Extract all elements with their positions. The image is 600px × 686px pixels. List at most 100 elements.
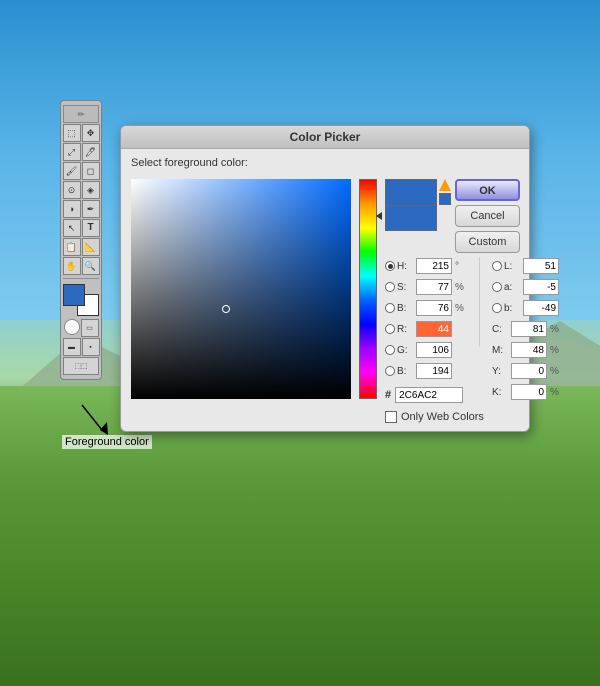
tool-move[interactable]: ✥ [82, 124, 100, 142]
radio-b[interactable]: B: [385, 303, 413, 314]
web-colors-checkbox[interactable] [385, 411, 397, 423]
unit-m: % [550, 345, 562, 356]
input-b2[interactable] [416, 363, 452, 379]
radio-b3[interactable]: b: [492, 303, 520, 314]
radio-a[interactable]: a: [492, 282, 520, 293]
hue-arrow [376, 212, 382, 220]
radio-h[interactable]: H: [385, 261, 413, 272]
field-row-y: Y: % [492, 362, 562, 380]
tool-extra-1[interactable]: ⬚⬚ [63, 357, 99, 375]
input-b[interactable] [416, 300, 452, 316]
label-l: L: [504, 261, 512, 272]
tool-row-6: ↖ T [63, 219, 100, 237]
label-c: C: [492, 324, 508, 335]
input-y[interactable] [511, 363, 547, 379]
radio-circle-a[interactable] [492, 282, 502, 292]
fields-section: H: ° S: % [385, 257, 562, 403]
cancel-button[interactable]: Cancel [455, 205, 520, 227]
tool-notes[interactable]: 📋 [63, 238, 81, 256]
tool-smudge[interactable]: ◈ [82, 181, 100, 199]
radio-g[interactable]: G: [385, 345, 413, 356]
input-k[interactable] [511, 384, 547, 400]
field-row-b: B: % [385, 299, 467, 317]
radio-circle-r[interactable] [385, 324, 395, 334]
input-l[interactable] [523, 258, 559, 274]
radio-b2[interactable]: B: [385, 366, 413, 377]
input-a[interactable] [523, 279, 559, 295]
field-row-s: S: % [385, 278, 467, 296]
foreground-color-box[interactable] [63, 284, 85, 306]
radio-circle-g[interactable] [385, 345, 395, 355]
radio-circle-l[interactable] [492, 261, 502, 271]
dialog-main-row: OK Cancel Custom H: [131, 179, 519, 423]
label-b3: b: [504, 303, 512, 314]
unit-b: % [455, 303, 467, 314]
radio-circle-s[interactable] [385, 282, 395, 292]
custom-button[interactable]: Custom [455, 231, 520, 253]
tool-row-3: 🖌 ◻ [63, 162, 100, 180]
hex-label: # [385, 389, 391, 401]
radio-r[interactable]: R: [385, 324, 413, 335]
tool-standard-mode[interactable]: ▭ [81, 319, 99, 337]
color-picker-dialog: Color Picker Select foreground color: [120, 125, 530, 432]
color-gradient-picker[interactable] [131, 179, 351, 399]
gamut-warning-icon[interactable] [439, 179, 451, 191]
tool-eyedropper[interactable]: 🖊 [82, 143, 100, 161]
radio-circle-h[interactable] [385, 261, 395, 271]
ok-button[interactable]: OK [455, 179, 520, 201]
color-swatch-current [385, 205, 437, 231]
tool-screen-mode-1[interactable]: ▬ [63, 338, 81, 356]
dialog-titlebar: Color Picker [121, 126, 529, 149]
web-colors-label[interactable]: Only Web Colors [401, 411, 484, 423]
radio-s[interactable]: S: [385, 282, 413, 293]
tool-pen[interactable]: ✒ [82, 200, 100, 218]
tool-eraser[interactable]: ◻ [82, 162, 100, 180]
tool-paintbrush[interactable]: 🖌 [63, 162, 81, 180]
label-s: S: [397, 282, 406, 293]
radio-circle-b3[interactable] [492, 303, 502, 313]
field-divider [479, 257, 480, 347]
tool-measure[interactable]: 📐 [82, 238, 100, 256]
field-row-c: C: % [492, 320, 562, 338]
tool-zoom[interactable]: 🔍 [82, 257, 100, 275]
tool-stamp[interactable]: ⊙ [63, 181, 81, 199]
radio-l[interactable]: L: [492, 261, 520, 272]
label-y: Y: [492, 366, 508, 377]
tool-row-mode: ▭ [64, 319, 99, 337]
tool-row-1: ⬚ ✥ [63, 124, 100, 142]
radio-circle-b[interactable] [385, 303, 395, 313]
field-row-g: G: [385, 341, 467, 359]
tool-screen-mode-2[interactable]: ▪ [82, 338, 100, 356]
separator-1 [63, 278, 99, 279]
tool-quick-mask[interactable] [64, 319, 80, 335]
label-k: K: [492, 387, 508, 398]
tool-transform[interactable]: ⤢ [63, 143, 81, 161]
tool-row-7: 📋 📐 [63, 238, 100, 256]
unit-y: % [550, 366, 562, 377]
input-c[interactable] [511, 321, 547, 337]
annotation-arrow-svg [72, 400, 122, 440]
label-b2: B: [397, 366, 406, 377]
input-b3[interactable] [523, 300, 559, 316]
web-color-icon[interactable] [439, 193, 451, 205]
input-m[interactable] [511, 342, 547, 358]
tool-dodge[interactable]: ◑ [63, 200, 81, 218]
input-s[interactable] [416, 279, 452, 295]
tool-text[interactable]: T [82, 219, 100, 237]
radio-circle-b2[interactable] [385, 366, 395, 376]
label-b: B: [397, 303, 406, 314]
input-r[interactable] [416, 321, 452, 337]
input-g[interactable] [416, 342, 452, 358]
field-row-h: H: ° [385, 257, 467, 275]
label-a: a: [504, 282, 512, 293]
color-swatch-new [385, 179, 437, 205]
hue-slider[interactable] [359, 179, 377, 399]
hex-input[interactable] [395, 387, 463, 403]
tool-hand[interactable]: ✋ [63, 257, 81, 275]
tool-select-rect[interactable]: ⬚ [63, 124, 81, 142]
tool-pencil[interactable]: ✏ [63, 105, 99, 123]
dialog-body: Select foreground color: [121, 149, 529, 431]
input-h[interactable] [416, 258, 452, 274]
toolbar: ✏ ⬚ ✥ ⤢ 🖊 🖌 ◻ ⊙ ◈ ◑ ✒ ↖ T 📋 📐 ✋ 🔍 ▭ [60, 100, 102, 380]
tool-arrow[interactable]: ↖ [63, 219, 81, 237]
